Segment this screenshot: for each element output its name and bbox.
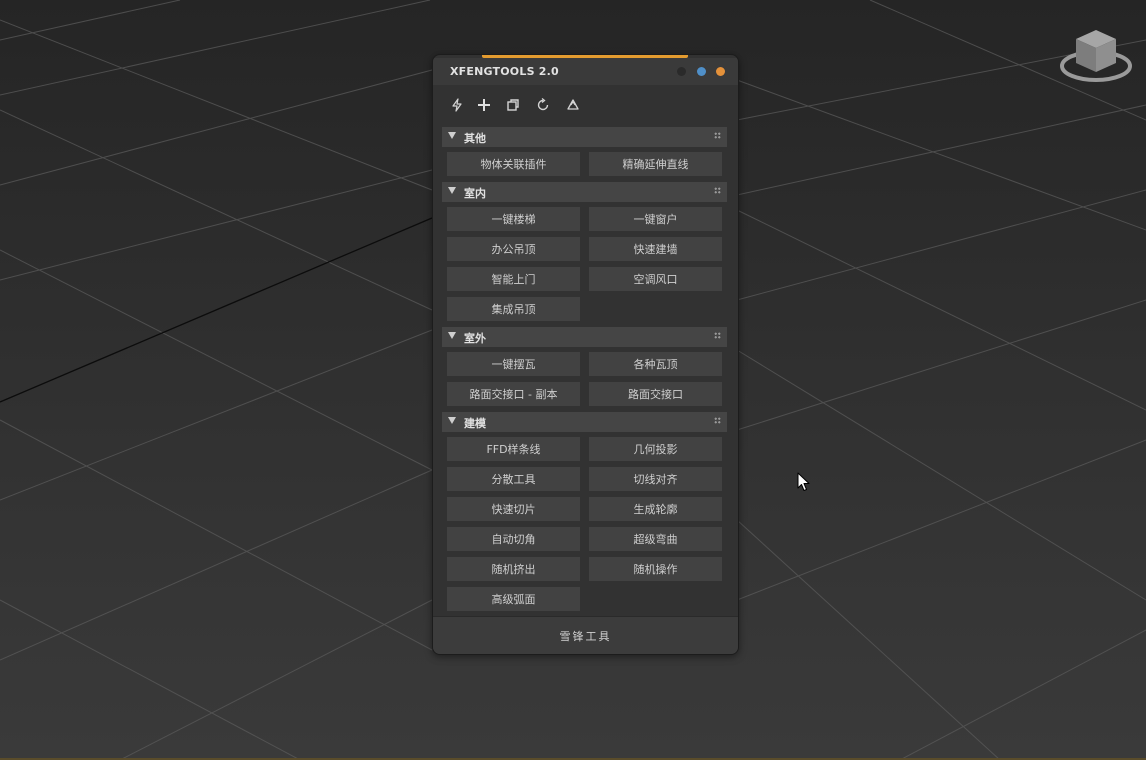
section-title: 建模: [464, 417, 486, 430]
section-header[interactable]: 室内: [442, 182, 727, 202]
tool-button[interactable]: 一键摆瓦: [447, 352, 580, 376]
tool-button[interactable]: 各种瓦顶: [589, 352, 722, 376]
section-other: 其他 物体关联插件 精确延伸直线: [442, 127, 727, 177]
tool-button[interactable]: 一键窗户: [589, 207, 722, 231]
tool-button[interactable]: 随机操作: [589, 557, 722, 581]
drag-grip-icon[interactable]: [714, 187, 721, 194]
tool-button[interactable]: 集成吊顶: [447, 297, 580, 321]
drag-grip-icon[interactable]: [714, 332, 721, 339]
window-dot-blue-icon[interactable]: [697, 67, 706, 76]
refresh-icon[interactable]: [532, 94, 554, 116]
tool-button[interactable]: 生成轮廓: [589, 497, 722, 521]
tool-button[interactable]: FFD样条线: [447, 437, 580, 461]
section-title: 其他: [464, 132, 486, 145]
tool-button[interactable]: 高级弧面: [447, 587, 580, 611]
section-title: 室内: [464, 187, 486, 200]
plus-icon[interactable]: [473, 94, 495, 116]
collapse-arrow-icon[interactable]: [448, 132, 456, 139]
section-header[interactable]: 建模: [442, 412, 727, 432]
tool-button[interactable]: 智能上门: [447, 267, 580, 291]
tool-button[interactable]: 快速建墙: [589, 237, 722, 261]
collapse-arrow-icon[interactable]: [448, 187, 456, 194]
lightning-icon[interactable]: [446, 94, 468, 116]
panel-titlebar[interactable]: XFENGTOOLS 2.0: [433, 58, 738, 85]
tool-button[interactable]: 空调风口: [589, 267, 722, 291]
drag-grip-icon[interactable]: [714, 417, 721, 424]
tool-button[interactable]: 几何投影: [589, 437, 722, 461]
copy-icon[interactable]: [502, 94, 524, 116]
drag-grip-icon[interactable]: [714, 132, 721, 139]
section-modeling: 建模 FFD样条线 几何投影 分散工具 切线对齐 快速切片 生成轮廓 自动切角 …: [442, 412, 727, 612]
tool-button[interactable]: 切线对齐: [589, 467, 722, 491]
section-header[interactable]: 其他: [442, 127, 727, 147]
viewcube-icon[interactable]: [1058, 26, 1134, 90]
section-header[interactable]: 室外: [442, 327, 727, 347]
collapse-arrow-icon[interactable]: [448, 417, 456, 424]
window-dot-gray-icon[interactable]: [677, 67, 686, 76]
section-title: 室外: [464, 332, 486, 345]
tool-button[interactable]: 分散工具: [447, 467, 580, 491]
panel-toolbar: [433, 92, 738, 118]
footer-label: 雪锋工具: [559, 630, 612, 643]
tool-button[interactable]: 超级弯曲: [589, 527, 722, 551]
tool-button[interactable]: 路面交接口 - 副本: [447, 382, 580, 406]
tool-button[interactable]: 路面交接口: [589, 382, 722, 406]
tool-button[interactable]: 精确延伸直线: [589, 152, 722, 176]
tool-button[interactable]: 随机挤出: [447, 557, 580, 581]
tool-button[interactable]: 办公吊顶: [447, 237, 580, 261]
window-dot-orange-icon[interactable]: [716, 67, 725, 76]
panel-title: XFENGTOOLS 2.0: [450, 65, 559, 78]
mouse-cursor-icon: [797, 472, 810, 491]
tool-button[interactable]: 物体关联插件: [447, 152, 580, 176]
xfengtools-panel: XFENGTOOLS 2.0 其他 物体关联插件 精确延伸直线 室内 一键楼梯 …: [432, 54, 739, 655]
section-exterior: 室外 一键摆瓦 各种瓦顶 路面交接口 - 副本 路面交接口: [442, 327, 727, 407]
recycle-icon[interactable]: [562, 94, 584, 116]
panel-footer: 雪锋工具: [433, 616, 738, 654]
tool-button[interactable]: 一键楼梯: [447, 207, 580, 231]
collapse-arrow-icon[interactable]: [448, 332, 456, 339]
section-interior: 室内 一键楼梯 一键窗户 办公吊顶 快速建墙 智能上门 空调风口 集成吊顶: [442, 182, 727, 322]
tool-button[interactable]: 快速切片: [447, 497, 580, 521]
tool-button[interactable]: 自动切角: [447, 527, 580, 551]
